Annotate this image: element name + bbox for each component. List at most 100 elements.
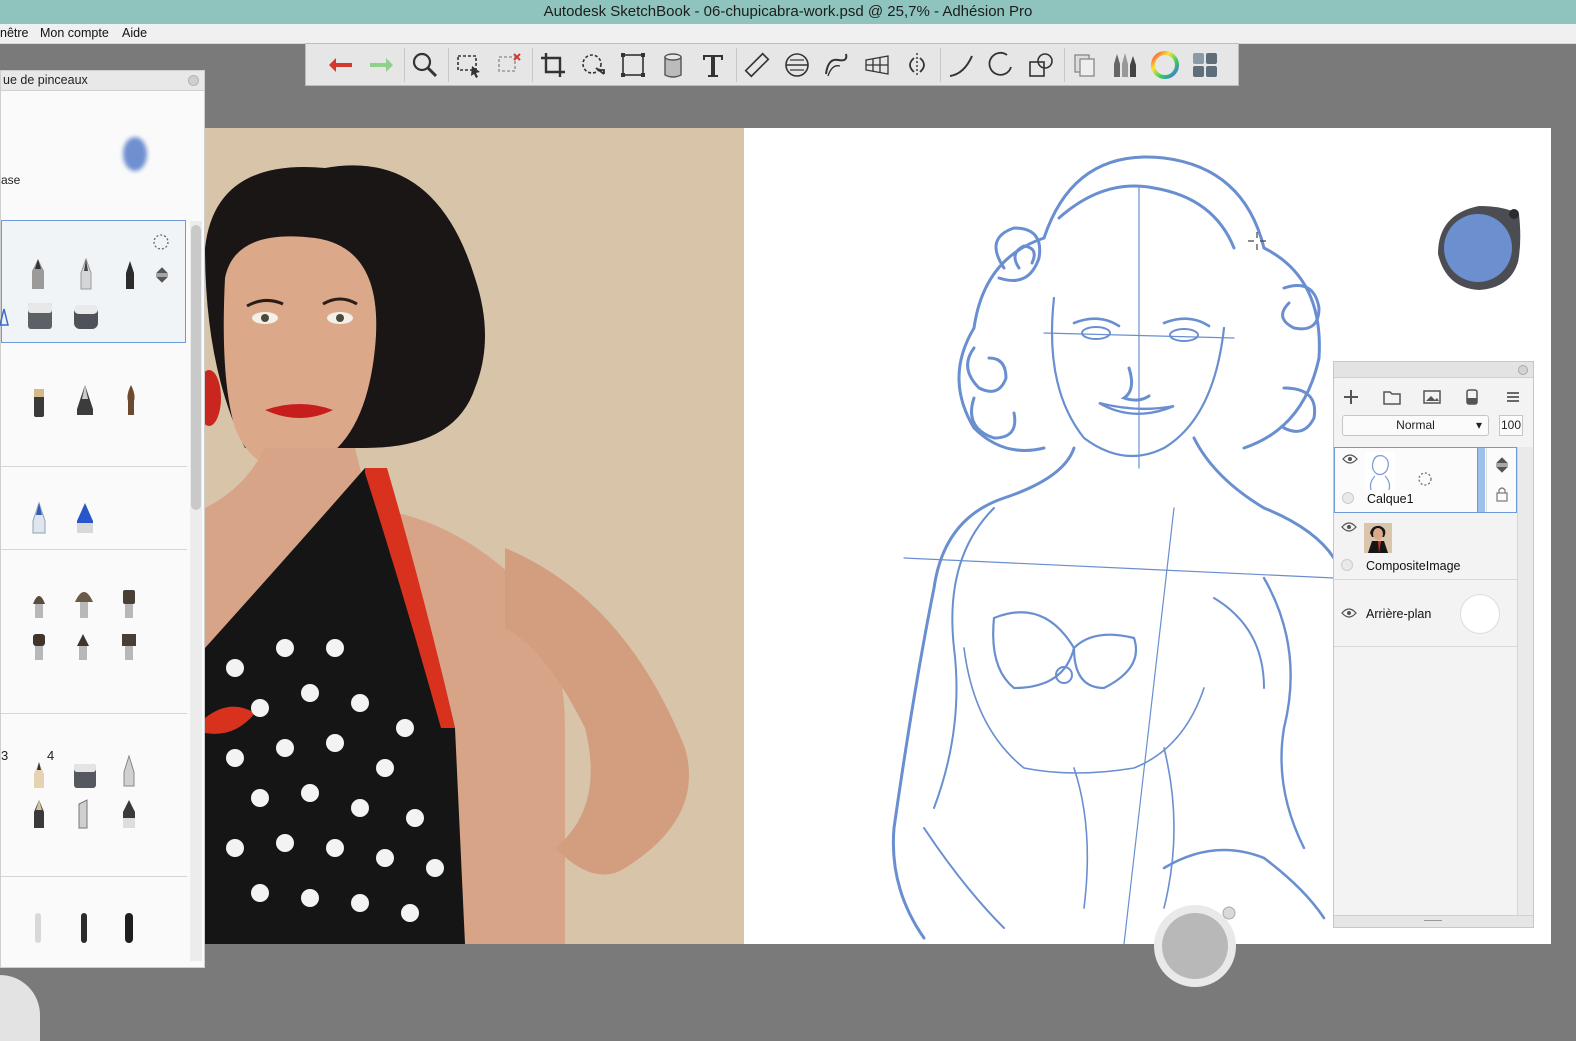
brush-set-5[interactable]: 3 4 <box>1 714 187 877</box>
stroke-icon[interactable] <box>942 46 980 84</box>
layer-row-compositeimage[interactable]: CompositeImage <box>1334 513 1517 580</box>
bottom-left-widget[interactable] <box>0 975 40 1041</box>
brush-settings-icon[interactable] <box>152 233 170 251</box>
redo-icon[interactable] <box>362 46 400 84</box>
pen-nib-icon[interactable] <box>73 383 97 417</box>
toolbar-separator <box>1064 48 1065 82</box>
round-brush-icon[interactable] <box>29 632 49 662</box>
layer-menu-icon[interactable] <box>1504 388 1522 406</box>
transform-icon[interactable] <box>574 46 612 84</box>
layer-side-tools <box>1486 448 1516 512</box>
brush-library-title: ue de pinceaux <box>1 71 204 91</box>
bristle-brush-icon[interactable] <box>29 588 49 620</box>
fill-icon[interactable] <box>654 46 692 84</box>
menu-help[interactable]: Aide <box>122 24 147 43</box>
menu-account[interactable]: Mon compte <box>40 24 109 43</box>
layer-editor-resize-handle[interactable] <box>1334 915 1533 927</box>
brush-library-scroll-thumb[interactable] <box>191 225 201 510</box>
layer-settings-icon[interactable] <box>1417 471 1433 487</box>
toolbar-separator <box>532 48 533 82</box>
marker-brush-icon[interactable] <box>120 257 140 291</box>
chisel-marker-icon[interactable] <box>73 798 93 830</box>
texture-stamp-icon[interactable] <box>71 758 99 790</box>
paint-brush-icon[interactable] <box>121 383 141 417</box>
lagoon-puck[interactable] <box>1151 903 1241 993</box>
color-wheel-icon[interactable] <box>1146 46 1184 84</box>
brush-set-6[interactable] <box>1 877 187 969</box>
ink-pen-brush-icon[interactable] <box>76 257 96 291</box>
brush-set-4[interactable] <box>1 550 187 714</box>
layer-drag-handle[interactable] <box>1477 448 1485 512</box>
ui-toggle-icon[interactable] <box>1186 46 1224 84</box>
ruler-icon[interactable] <box>738 46 776 84</box>
background-color-swatch[interactable] <box>1460 594 1500 634</box>
main-toolbar <box>305 43 1239 86</box>
ellipse-guide-icon[interactable] <box>778 46 816 84</box>
french-curve-icon[interactable] <box>818 46 856 84</box>
layer-lock-toggle[interactable] <box>1342 492 1354 504</box>
copy-layer-icon[interactable] <box>1066 46 1104 84</box>
select-icon[interactable] <box>450 46 488 84</box>
layer-scrollbar[interactable] <box>1517 447 1533 915</box>
charcoal-icon[interactable] <box>29 798 49 830</box>
shapes-icon[interactable] <box>1022 46 1060 84</box>
lasso-select-icon[interactable] <box>490 46 528 84</box>
clear-layer-icon[interactable] <box>1464 388 1480 406</box>
soft-blend-icon[interactable] <box>31 911 45 945</box>
fan-brush-icon[interactable] <box>73 584 95 620</box>
brushes-icon[interactable] <box>1106 46 1144 84</box>
triangle-brush-icon[interactable] <box>0 307 10 327</box>
eye-icon[interactable] <box>1342 453 1358 465</box>
airbrush-icon[interactable] <box>29 385 49 419</box>
close-icon[interactable] <box>1518 365 1528 375</box>
close-icon[interactable] <box>188 75 199 86</box>
pencil-brush-icon[interactable] <box>28 257 48 291</box>
add-layer-icon[interactable] <box>1342 388 1360 406</box>
add-group-icon[interactable] <box>1382 388 1402 406</box>
distort-icon[interactable] <box>614 46 652 84</box>
brush-number-3: 3 <box>1 748 9 763</box>
undo-icon[interactable] <box>322 46 360 84</box>
blur-icon[interactable] <box>122 911 136 945</box>
perspective-icon[interactable] <box>858 46 896 84</box>
blue-marker-icon[interactable] <box>71 501 99 535</box>
window-title: Autodesk SketchBook - 06-chupicabra-work… <box>0 0 1576 24</box>
brush-preview <box>123 137 147 171</box>
crayon-icon[interactable] <box>29 758 49 790</box>
blend-mode-value: Normal <box>1396 418 1435 432</box>
layer-name: CompositeImage <box>1366 559 1461 573</box>
eraser-soft-icon[interactable] <box>72 301 100 331</box>
brush-set-3[interactable] <box>1 467 187 550</box>
eye-icon[interactable] <box>1341 607 1357 619</box>
brush-set-2[interactable] <box>1 343 187 467</box>
crop-icon[interactable] <box>534 46 572 84</box>
smudge-icon[interactable] <box>77 911 91 945</box>
brush-library-panel: ue de pinceaux ase 3 4 <box>0 70 205 968</box>
eraser-hard-icon[interactable] <box>26 299 54 331</box>
menu-bar: nêtre Mon compte Aide <box>0 24 1576 44</box>
toolbar-separator <box>940 48 941 82</box>
zoom-icon[interactable] <box>406 46 444 84</box>
eye-icon[interactable] <box>1341 521 1357 533</box>
glass-pen-icon[interactable] <box>29 501 49 535</box>
opacity-input[interactable]: 100 <box>1499 415 1523 436</box>
add-image-icon[interactable] <box>1422 388 1442 406</box>
text-icon[interactable] <box>694 46 732 84</box>
brush-set-basic[interactable] <box>0 220 186 343</box>
layer-lock-toggle[interactable] <box>1341 559 1353 571</box>
menu-window[interactable]: nêtre <box>0 24 29 43</box>
move-layer-icon[interactable] <box>1494 456 1510 474</box>
lock-icon[interactable] <box>1495 486 1509 502</box>
layer-thumbnail <box>1364 523 1392 553</box>
symmetry-icon[interactable] <box>898 46 936 84</box>
blend-mode-select[interactable]: Normal ▾ <box>1342 415 1489 436</box>
chrome-pen-icon[interactable] <box>119 754 139 788</box>
angled-brush-icon[interactable] <box>73 632 93 662</box>
expand-icon[interactable] <box>154 266 170 284</box>
ellipse-icon[interactable] <box>982 46 1020 84</box>
felt-tip-icon[interactable] <box>117 798 141 830</box>
layer-row-arriere-plan[interactable]: Arrière-plan <box>1334 580 1517 647</box>
wide-brush-icon[interactable] <box>119 632 139 662</box>
color-puck[interactable] <box>1434 202 1524 292</box>
flat-brush-icon[interactable] <box>119 588 139 620</box>
